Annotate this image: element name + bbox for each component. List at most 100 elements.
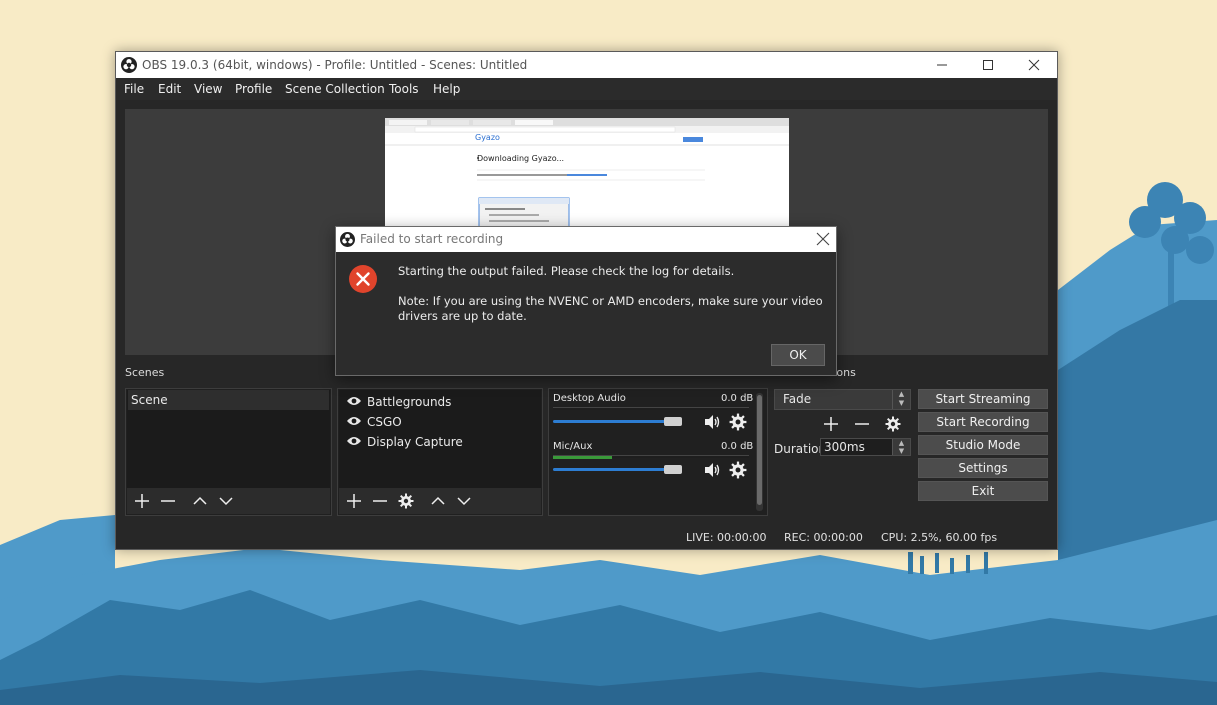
scene-item[interactable]: Scene (128, 390, 329, 410)
minimize-button[interactable] (919, 52, 965, 78)
speaker-icon[interactable] (703, 413, 721, 431)
meter-level (553, 456, 612, 459)
remove-scene-button[interactable] (159, 492, 177, 510)
volume-meter (553, 407, 749, 410)
cpu-fps: CPU: 2.5%, 60.00 fps (881, 531, 998, 544)
maximize-button[interactable] (965, 52, 1011, 78)
scenes-toolbar (127, 488, 330, 514)
source-item-label: Battlegrounds (367, 395, 452, 409)
menu-edit[interactable]: Edit (158, 82, 181, 96)
error-dialog: Failed to start recording Starting the o… (335, 226, 837, 376)
volume-slider-handle[interactable] (664, 417, 682, 426)
obs-logo-icon (340, 232, 355, 247)
scenes-label: Scenes (125, 366, 165, 379)
source-item[interactable]: Display Capture (340, 431, 540, 451)
chevron-down-icon (457, 497, 471, 506)
source-item-label: Display Capture (367, 435, 463, 449)
plus-icon (347, 494, 361, 508)
minus-icon (855, 423, 869, 425)
source-item-label: CSGO (367, 415, 402, 429)
gear-icon[interactable] (729, 461, 747, 479)
add-source-button[interactable] (345, 492, 363, 510)
captured-page-heading: Downloading Gyazo... (477, 154, 565, 163)
sources-list: Battlegrounds CSGO Display Capture (339, 390, 541, 488)
close-button[interactable] (1011, 52, 1057, 78)
channel-db: 0.0 dB (721, 441, 754, 452)
duration-label: Duration (774, 442, 827, 456)
exit-button[interactable]: Exit (918, 481, 1048, 501)
move-scene-down-button[interactable] (217, 492, 235, 510)
add-scene-button[interactable] (133, 492, 151, 510)
dialog-title: Failed to start recording (360, 232, 504, 246)
visibility-eye-icon[interactable] (346, 435, 362, 447)
start-recording-button[interactable]: Start Recording (918, 412, 1048, 432)
channel-name: Mic/Aux (553, 441, 593, 452)
remove-transition-button[interactable] (853, 415, 871, 433)
transition-properties-button[interactable] (884, 415, 902, 433)
volume-slider-handle[interactable] (664, 465, 682, 474)
visibility-eye-icon[interactable] (346, 415, 362, 427)
menu-file[interactable]: File (124, 82, 144, 96)
transition-select-value: Fade (783, 392, 812, 406)
captured-logo: Gyazo (475, 133, 500, 142)
plus-icon (824, 417, 838, 431)
plus-icon (135, 494, 149, 508)
menu-scene-collection[interactable]: Scene Collection (285, 82, 385, 96)
speaker-icon[interactable] (703, 461, 721, 479)
visibility-eye-icon[interactable] (346, 395, 362, 407)
menu-tools[interactable]: Tools (389, 82, 419, 96)
gear-icon (885, 416, 901, 432)
studio-mode-button[interactable]: Studio Mode (918, 435, 1048, 455)
scenes-panel: Scene (125, 388, 332, 516)
gear-icon (398, 493, 414, 509)
remove-source-button[interactable] (371, 492, 389, 510)
duration-spinner[interactable]: ▲ ▼ (892, 439, 910, 455)
source-item[interactable]: CSGO (340, 411, 540, 431)
menu-help[interactable]: Help (433, 82, 460, 96)
volume-slider[interactable] (553, 468, 673, 471)
dialog-note: Note: If you are using the NVENC or AMD … (398, 294, 823, 323)
minus-icon (373, 500, 387, 502)
move-source-down-button[interactable] (455, 492, 473, 510)
channel-name: Desktop Audio (553, 393, 626, 404)
scene-item-label: Scene (131, 393, 168, 407)
close-icon[interactable] (816, 232, 830, 246)
volume-slider[interactable] (553, 420, 673, 423)
minus-icon (161, 500, 175, 502)
sources-panel: Battlegrounds CSGO Display Capture (337, 388, 543, 516)
audio-mixer-panel: Desktop Audio 0.0 dB Mic/Aux 0.0 dB (548, 388, 768, 516)
menu-view[interactable]: View (194, 82, 222, 96)
dialog-title-bar: Failed to start recording (336, 227, 836, 252)
menu-profile[interactable]: Profile (235, 82, 272, 96)
menu-bar: File Edit View Profile Scene Collection … (116, 78, 1057, 100)
source-properties-button[interactable] (397, 492, 415, 510)
mixer-scrollbar-thumb[interactable] (757, 395, 762, 505)
minimize-icon (937, 64, 947, 66)
maximize-icon (983, 60, 993, 70)
duration-input[interactable]: 300ms ▲ ▼ (820, 438, 911, 456)
transition-select-arrows[interactable]: ▲ ▼ (892, 390, 910, 409)
chevron-up-icon (431, 496, 445, 505)
mixer-scrollbar[interactable] (756, 393, 763, 511)
rec-timer: REC: 00:00:00 (784, 531, 863, 544)
gear-icon[interactable] (729, 413, 747, 431)
error-icon (349, 265, 377, 293)
sources-toolbar (339, 488, 541, 514)
settings-button[interactable]: Settings (918, 458, 1048, 478)
chevron-up-icon (193, 496, 207, 505)
start-streaming-button[interactable]: Start Streaming (918, 389, 1048, 409)
duration-value: 300ms (824, 440, 865, 454)
move-scene-up-button[interactable] (191, 492, 209, 510)
scenes-list: Scene (127, 390, 330, 488)
status-bar: LIVE: 00:00:00 REC: 00:00:00 CPU: 2.5%, … (116, 525, 1057, 549)
live-timer: LIVE: 00:00:00 (686, 531, 767, 544)
transition-select[interactable]: Fade ▲ ▼ (774, 389, 911, 410)
ok-button[interactable]: OK (771, 344, 825, 366)
chevron-down-icon (219, 497, 233, 506)
window-title: OBS 19.0.3 (64bit, windows) - Profile: U… (142, 58, 528, 72)
close-icon (1028, 59, 1040, 71)
move-source-up-button[interactable] (429, 492, 447, 510)
add-transition-button[interactable] (822, 415, 840, 433)
source-item[interactable]: Battlegrounds (340, 391, 540, 411)
obs-logo-icon (121, 57, 137, 73)
